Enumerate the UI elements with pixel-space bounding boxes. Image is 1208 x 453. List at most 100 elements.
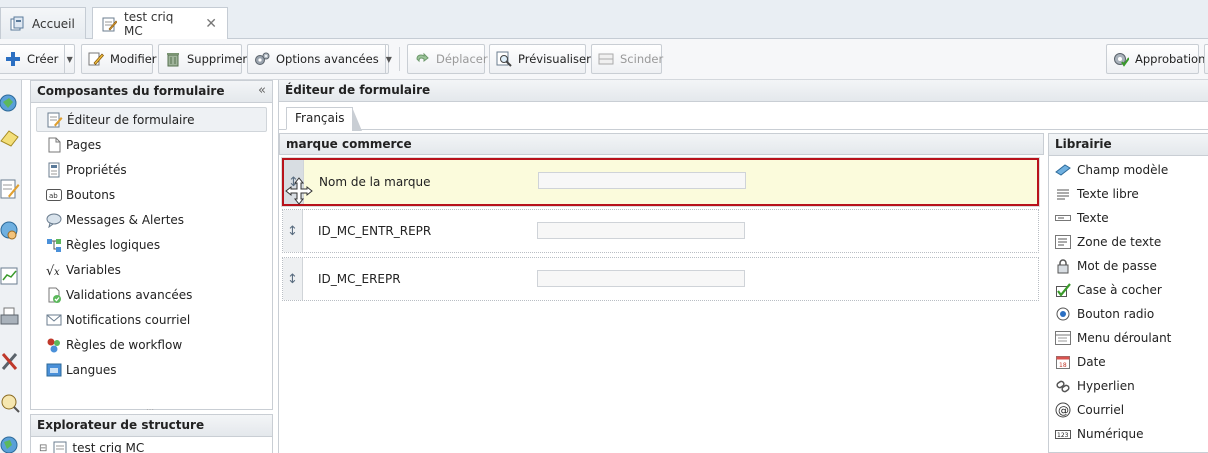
preview-magnifier-icon (496, 51, 512, 67)
close-icon[interactable]: ✕ (205, 16, 217, 32)
panel-header: Librairie (1049, 134, 1208, 156)
chart-icon[interactable] (0, 263, 20, 289)
tab-francais[interactable]: Français (286, 107, 364, 131)
library-item-numeric[interactable]: 123 Numérique (1055, 422, 1208, 446)
section-header: marque commerce (279, 133, 1044, 155)
library-item-password[interactable]: Mot de passe (1055, 254, 1208, 278)
preview-button[interactable]: Prévisualiser (489, 44, 591, 74)
drag-handle[interactable]: ↕ (283, 258, 303, 300)
component-label: Notifications courriel (66, 312, 191, 327)
field-label: Nom de la marque (319, 175, 431, 189)
panel-header: Éditeur de formulaire (279, 80, 1208, 102)
library-list: Champ modèle Texte libre Texte Zone de t… (1049, 156, 1208, 446)
variables-icon: √ x (46, 262, 62, 279)
component-item-variables[interactable]: √ x Variables (36, 257, 267, 282)
tab-label: Accueil (32, 16, 75, 31)
form-editor-rail-icon[interactable] (0, 176, 20, 202)
panel-resize-grip[interactable]: ⋯ (146, 405, 154, 414)
radio-button-icon (1055, 306, 1071, 322)
library-item-template-field[interactable]: Champ modèle (1055, 158, 1208, 182)
library-item-dropdown[interactable]: Menu déroulant (1055, 326, 1208, 350)
component-item-form-editor[interactable]: Éditeur de formulaire (36, 107, 267, 132)
language-tab-label: Français (295, 111, 345, 125)
toolbar-separator (399, 47, 400, 71)
document-tab-bar: Accueil test criq MC ✕ (0, 0, 1208, 40)
component-label: Règles de workflow (66, 337, 183, 352)
move-icon (414, 51, 430, 67)
refresh-globe-icon[interactable] (0, 90, 20, 116)
toolbar-overflow-button[interactable] (1204, 44, 1208, 74)
workflow-icon (46, 337, 62, 353)
field-input-preview[interactable] (538, 172, 746, 189)
library-item-text[interactable]: Texte (1055, 206, 1208, 230)
hyperlink-icon (1055, 378, 1071, 394)
library-item-radio[interactable]: Bouton radio (1055, 302, 1208, 326)
library-item-hyperlink[interactable]: Hyperlien (1055, 374, 1208, 398)
component-item-properties[interactable]: Propriétés (36, 157, 267, 182)
library-panel: Librairie Champ modèle Texte libre Texte… (1048, 133, 1208, 453)
validations-icon (46, 287, 62, 303)
user-globe-icon[interactable] (0, 218, 20, 244)
tools-icon[interactable] (0, 348, 20, 374)
component-label: Variables (66, 262, 121, 277)
component-item-languages[interactable]: Langues (36, 357, 267, 382)
delete-button[interactable]: Supprimer (158, 44, 247, 74)
modify-button[interactable]: Modifier (81, 44, 157, 74)
svg-text:18: 18 (1059, 362, 1067, 369)
form-field-row[interactable]: ↕ Nom de la marque (282, 158, 1039, 206)
form-editor-icon (47, 112, 63, 128)
component-item-messages[interactable]: Messages & Alertes (36, 207, 267, 232)
modify-label: Modifier (110, 52, 157, 66)
component-item-pages[interactable]: Pages (36, 132, 267, 157)
library-item-checkbox[interactable]: Case à cocher (1055, 278, 1208, 302)
tree-node-root[interactable]: ⊟ test criq MC (31, 437, 272, 453)
home-icon (9, 16, 25, 32)
globe-icon[interactable] (0, 432, 20, 453)
component-item-email-notifications[interactable]: Notifications courriel (36, 307, 267, 332)
field-input-preview[interactable] (537, 222, 745, 239)
component-item-buttons[interactable]: ab Boutons (36, 182, 267, 207)
field-input-preview[interactable] (537, 270, 745, 287)
free-text-icon (1055, 186, 1071, 202)
printer-icon[interactable] (0, 304, 20, 330)
text-field-icon (1055, 210, 1071, 226)
eraser-icon[interactable] (0, 125, 20, 151)
approval-button[interactable]: Approbation (1106, 44, 1205, 74)
module-icon-rail (0, 80, 22, 453)
component-item-logic-rules[interactable]: Règles logiques (36, 232, 267, 257)
library-item-email[interactable]: @ Courriel (1055, 398, 1208, 422)
component-item-workflow-rules[interactable]: Règles de workflow (36, 332, 267, 357)
library-item-label: Numérique (1077, 427, 1144, 441)
advanced-options-button[interactable]: Options avancées ▼ (247, 44, 392, 74)
create-button[interactable]: Créer ▼ (0, 44, 75, 74)
split-button[interactable]: Scinder (591, 44, 663, 74)
move-button[interactable]: Déplacer (407, 44, 488, 74)
library-item-label: Menu déroulant (1077, 331, 1172, 345)
tab-accueil[interactable]: Accueil (0, 7, 86, 39)
component-label: Messages & Alertes (66, 212, 185, 227)
tab-test-criq-mc[interactable]: test criq MC ✕ (92, 7, 228, 40)
collapse-icon[interactable]: « (258, 83, 266, 98)
component-label: Boutons (66, 187, 116, 202)
tree-collapse-icon[interactable]: ⊟ (39, 443, 47, 453)
library-item-free-text[interactable]: Texte libre (1055, 182, 1208, 206)
chevron-down-icon[interactable]: ▼ (64, 44, 74, 74)
panel-header: Composantes du formulaire « (31, 81, 272, 103)
library-item-date[interactable]: 18 Date (1055, 350, 1208, 374)
component-item-validations[interactable]: Validations avancées (36, 282, 267, 307)
form-field-row[interactable]: ↕ ID_MC_ENTR_REPR (282, 209, 1039, 253)
library-item-label: Mot de passe (1077, 259, 1157, 273)
form-field-row[interactable]: ↕ ID_MC_EREPR (282, 257, 1039, 301)
numeric-icon: 123 (1055, 426, 1071, 442)
search-clock-icon[interactable] (0, 390, 20, 416)
approval-gear-icon (1113, 51, 1130, 67)
library-item-textarea[interactable]: Zone de texte (1055, 230, 1208, 254)
preview-label: Prévisualiser (518, 52, 591, 66)
delete-label: Supprimer (187, 52, 248, 66)
drag-handle[interactable]: ↕ (283, 210, 303, 252)
component-label: Pages (66, 137, 102, 152)
panel-title: Librairie (1055, 137, 1112, 151)
component-label: Règles logiques (66, 237, 161, 252)
component-label: Langues (66, 362, 117, 377)
chevron-down-icon[interactable]: ▼ (384, 44, 392, 74)
